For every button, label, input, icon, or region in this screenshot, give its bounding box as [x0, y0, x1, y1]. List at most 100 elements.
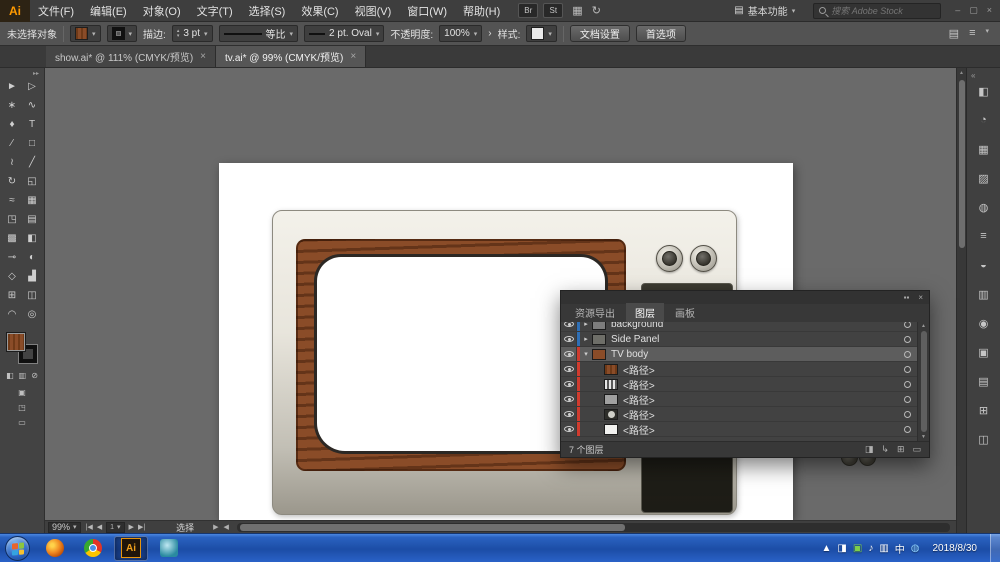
target-circle[interactable]	[904, 351, 911, 358]
device-tray-icon[interactable]: ◨	[837, 543, 846, 554]
status-display[interactable]: 选择	[176, 521, 194, 534]
tab-artboards[interactable]: 画板	[666, 303, 704, 322]
visibility-toggle[interactable]	[561, 377, 577, 391]
close-icon[interactable]: ×	[350, 51, 356, 62]
collapse-to-icons-icon[interactable]: ▪▪	[904, 293, 910, 302]
fill-swatch[interactable]	[7, 333, 25, 351]
layer-row[interactable]: ▸Side Panel	[561, 332, 929, 347]
first-artboard-icon[interactable]: |◀	[86, 523, 93, 531]
minimize-button[interactable]: –	[955, 5, 960, 16]
none-mode-icon[interactable]: ⊘	[31, 371, 38, 380]
transparency-panel-icon[interactable]: ▥	[973, 286, 995, 302]
menu-item-8[interactable]: 帮助(H)	[455, 0, 508, 21]
next-artboard-icon[interactable]: ▶	[129, 523, 134, 531]
document-setup-button[interactable]: 文档设置	[570, 25, 630, 42]
close-panel-icon[interactable]: ×	[918, 293, 923, 302]
scroll-right-icon[interactable]: ▶	[213, 523, 218, 531]
layer-row[interactable]: ▸background	[561, 322, 929, 332]
pencil-tool[interactable]: ╱	[22, 153, 42, 172]
delete-layer-icon[interactable]: ▭	[912, 444, 921, 455]
browser-button[interactable]	[76, 536, 110, 561]
visibility-toggle[interactable]	[561, 392, 577, 406]
scroll-left-icon[interactable]: ◀	[224, 523, 229, 531]
graphic-styles-panel-icon[interactable]: ▣	[973, 344, 995, 360]
scroll-down-icon[interactable]: ▼	[921, 434, 926, 440]
fill-stroke-indicator[interactable]	[7, 333, 37, 363]
new-layer-icon[interactable]: ⊞	[897, 444, 905, 455]
layer-row[interactable]: <路径>	[561, 407, 929, 422]
paintbrush-tool[interactable]: ≀	[2, 153, 22, 172]
zoom-tool[interactable]: ◎	[22, 305, 42, 324]
pen-tool[interactable]: ♦	[2, 115, 22, 134]
layer-row[interactable]: <路径>	[561, 422, 929, 437]
visibility-toggle[interactable]	[561, 332, 577, 346]
stock-search-box[interactable]	[813, 3, 941, 19]
tv-knob-1[interactable]	[656, 245, 683, 272]
blend-tool[interactable]: ◐	[22, 248, 42, 267]
target-circle[interactable]	[904, 381, 911, 388]
hand-tool[interactable]: ◠	[2, 305, 22, 324]
width-profile-dropdown[interactable]: 等比 ▾	[219, 25, 299, 42]
artboards-panel-icon[interactable]: ⊞	[973, 402, 995, 418]
preferences-button[interactable]: 首选项	[636, 25, 686, 42]
panel-scrollbar[interactable]: ▲ ▼	[917, 322, 929, 441]
target-circle[interactable]	[904, 426, 911, 433]
gradient-tool[interactable]: ◧	[22, 229, 42, 248]
horizontal-scrollbar[interactable]	[237, 523, 950, 532]
menu-item-0[interactable]: 文件(F)	[30, 0, 82, 21]
expand-arrow-icon[interactable]: ▸	[580, 322, 592, 328]
rectangle-tool[interactable]: □	[22, 134, 42, 153]
options-menu-icon[interactable]: ≡	[969, 27, 975, 40]
type-tool[interactable]: T	[22, 115, 42, 134]
gradient-panel-icon[interactable]: ◒	[973, 257, 995, 273]
screen-mode-icon[interactable]: ▭	[18, 418, 26, 427]
color-guide-panel-icon[interactable]: ◔	[973, 112, 995, 128]
color-panel-icon[interactable]: ◧	[973, 83, 995, 99]
stroke-color-picker[interactable]: ▾	[107, 25, 138, 42]
show-desktop-button[interactable]	[990, 534, 1000, 562]
stepper-icon[interactable]: ▴▾	[177, 29, 180, 39]
layer-row[interactable]: <路径>	[561, 392, 929, 407]
close-icon[interactable]: ×	[200, 51, 206, 62]
magic-wand-tool[interactable]: ∗	[2, 96, 22, 115]
target-circle[interactable]	[904, 336, 911, 343]
scroll-up-icon[interactable]: ▲	[921, 323, 926, 329]
volume-tray-icon[interactable]: ♪	[868, 543, 873, 554]
visibility-toggle[interactable]	[561, 362, 577, 376]
ime-chinese-tray-icon[interactable]: 中	[895, 541, 905, 556]
menu-item-6[interactable]: 视图(V)	[347, 0, 400, 21]
target-circle[interactable]	[904, 366, 911, 373]
antivirus-tray-icon[interactable]: ▣	[853, 543, 862, 554]
shape-builder-tool[interactable]: ◳	[2, 210, 22, 229]
opacity-field[interactable]: 100% ▾	[439, 25, 482, 42]
vertical-scroll-thumb[interactable]	[959, 80, 965, 248]
horizontal-scroll-thumb[interactable]	[240, 524, 625, 531]
start-button[interactable]	[5, 536, 30, 561]
app-button[interactable]	[152, 536, 186, 561]
new-sublayer-icon[interactable]: ↳	[881, 444, 889, 455]
line-segment-tool[interactable]: ∕	[2, 134, 22, 153]
chevron-right-icon[interactable]: ›	[488, 28, 491, 39]
close-button[interactable]: ×	[987, 5, 992, 16]
width-tool[interactable]: ≈	[2, 191, 22, 210]
eyedropper-tool[interactable]: ⊸	[2, 248, 22, 267]
last-artboard-icon[interactable]: ▶|	[138, 523, 145, 531]
arrange-documents-icon[interactable]: ▦	[572, 4, 582, 17]
artboard-tool[interactable]: ⊞	[2, 286, 22, 305]
firefox-button[interactable]	[38, 536, 72, 561]
libraries-panel-icon[interactable]: ◫	[973, 431, 995, 447]
align-panel-icon[interactable]: ▤	[949, 27, 959, 40]
tab-show-ai[interactable]: show.ai* @ 111% (CMYK/预览) ×	[46, 46, 216, 67]
menu-item-1[interactable]: 编辑(E)	[82, 0, 135, 21]
menubar-badge-st[interactable]: St	[543, 3, 563, 18]
chevron-down-icon[interactable]: ▾	[985, 27, 989, 40]
visibility-toggle[interactable]	[561, 322, 577, 331]
swatches-panel-icon[interactable]: ▦	[973, 141, 995, 157]
color-mode-icon[interactable]: ◧	[6, 371, 14, 380]
lasso-tool[interactable]: ∿	[22, 96, 42, 115]
menu-item-3[interactable]: 文字(T)	[189, 0, 241, 21]
messenger-tray-icon[interactable]: ◍	[911, 543, 920, 554]
vertical-scrollbar[interactable]: ▲	[956, 68, 966, 533]
collapse-panel-icon[interactable]: ▸▸	[33, 68, 44, 77]
direct-selection-tool[interactable]: ▷	[22, 77, 42, 96]
